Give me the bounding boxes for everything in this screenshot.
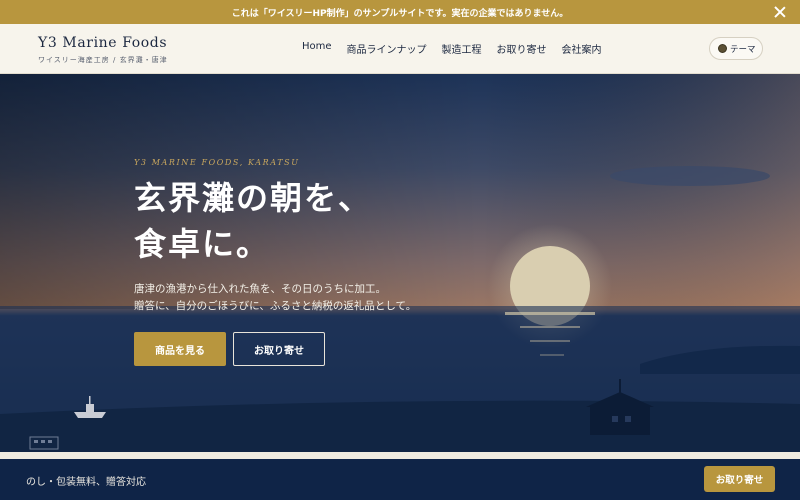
nav-company[interactable]: 会社案内 [562,41,602,56]
cloud-shape [610,166,770,186]
nav-order[interactable]: お取り寄せ [497,41,547,56]
hero-cta-row: 商品を見る お取り寄せ [134,332,416,366]
headline-line-1: 玄界灘の朝を、 [134,179,373,217]
nav-home[interactable]: Home [302,41,332,56]
hero-headline: 玄界灘の朝を、 食卓に。 [134,175,416,267]
theme-toggle-label: テーマ [730,44,756,55]
order-button[interactable]: お取り寄せ [233,332,325,366]
nav-product-lineup[interactable]: 商品ラインナップ [347,41,427,56]
theme-toggle-button[interactable]: テーマ [709,37,763,60]
theme-dot-icon [718,44,727,53]
brand-subtitle: ワイスリー海産工房 / 玄界灘・唐津 [38,56,168,64]
hero-eyebrow: Y3 MARINE FOODS, KARATSU [134,158,300,167]
harbor-building [590,407,650,435]
gift-service-text: のし・包装無料、贈答対応 [26,477,146,488]
sticky-bottom-bar: のし・包装無料、贈答対応 お取り寄せ [0,459,800,500]
announcement-text: これは「ワイスリーHP制作」のサンプルサイトです。実在の企業ではありません。 [231,8,569,19]
brand-logo[interactable]: Y3 Marine Foods ワイスリー海産工房 / 玄界灘・唐津 [38,35,168,65]
hero-section: Y3 MARINE FOODS, KARATSU 玄界灘の朝を、 食卓に。 唐津… [0,74,800,452]
sticky-order-button[interactable]: お取り寄せ [704,466,775,492]
boat-icon [74,412,106,418]
section-divider [0,452,800,459]
brand-name: Y3 Marine Foods [38,35,168,51]
main-nav: Home 商品ラインナップ 製造工程 お取り寄せ 会社案内 [302,41,617,56]
nav-process[interactable]: 製造工程 [442,41,482,56]
headline-line-2: 食卓に。 [134,225,271,263]
view-products-button[interactable]: 商品を見る [134,332,226,366]
site-header: Y3 Marine Foods ワイスリー海産工房 / 玄界灘・唐津 Home … [0,24,800,74]
announcement-bar: これは「ワイスリーHP制作」のサンプルサイトです。実在の企業ではありません。 [0,0,800,24]
hero-content: Y3 MARINE FOODS, KARATSU 玄界灘の朝を、 食卓に。 唐津… [134,158,416,366]
lead-line-1: 唐津の漁港から仕入れた魚を、その日のうちに加工。 [134,283,386,295]
lead-line-2: 贈答に、自分のごほうびに、ふるさと納税の返礼品として。 [134,300,417,312]
close-icon[interactable] [772,4,788,20]
hero-lead: 唐津の漁港から仕入れた魚を、その日のうちに加工。 贈答に、自分のごほうびに、ふる… [134,281,416,315]
